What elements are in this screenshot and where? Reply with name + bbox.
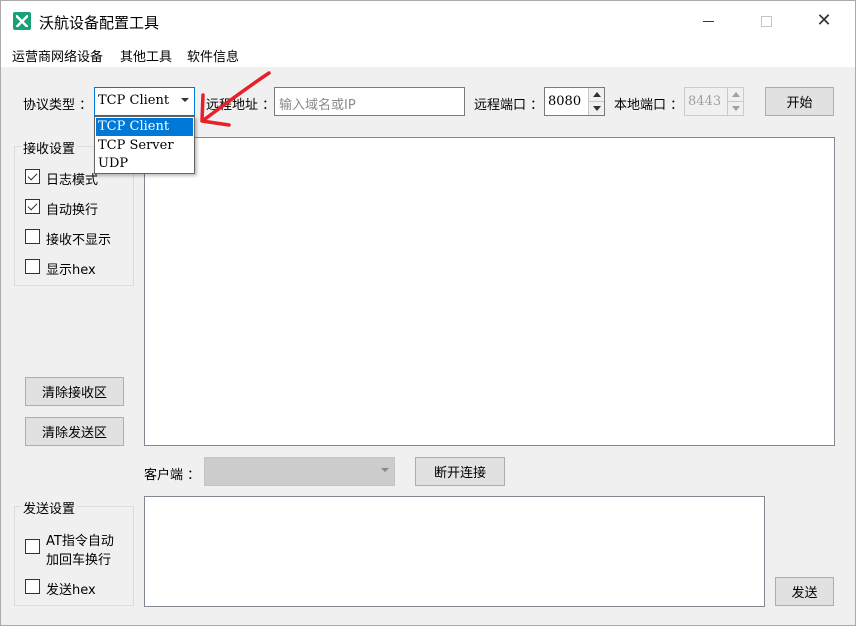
arrow-down-icon: [731, 105, 740, 111]
arrow-up-icon: [592, 91, 601, 97]
protocol-select[interactable]: TCP Client: [94, 87, 195, 116]
remote-port-spinner: [588, 88, 604, 115]
local-port-label: 本地端口 ：: [614, 98, 684, 113]
protocol-option-tcp-server[interactable]: TCP Server: [96, 137, 193, 155]
send-hex-label: 发送hex: [46, 583, 96, 598]
red-arrow-annotation-icon: [200, 71, 271, 127]
chevron-down-icon: [181, 98, 189, 102]
local-port-up-button[interactable]: [728, 88, 743, 102]
protocol-label: 协议类型 ：: [23, 98, 93, 113]
at-auto-crlf-label-line2: 加回车换行: [46, 553, 112, 568]
main-window: 沃航设备配置工具 ✕ 运营商网络设备 其他工具 软件信息 协议类型 ： TCP …: [0, 0, 856, 626]
protocol-select-value: TCP Client: [98, 93, 170, 108]
remote-port-up-button[interactable]: [589, 88, 604, 102]
at-auto-crlf-checkbox[interactable]: [25, 539, 40, 554]
remote-address-input[interactable]: 输入域名或IP: [274, 87, 465, 116]
local-port-spinner: [727, 88, 743, 115]
close-icon: ✕: [816, 10, 832, 31]
remote-port-down-button[interactable]: [589, 101, 604, 115]
protocol-option-tcp-client[interactable]: TCP Client: [96, 118, 193, 136]
arrow-down-icon: [592, 105, 601, 111]
client-select[interactable]: [204, 457, 395, 486]
remote-port-value: 8080: [548, 94, 582, 109]
protocol-dropdown-list: TCP Client TCP Server UDP: [94, 116, 195, 174]
clear-send-button[interactable]: 清除发送区: [25, 417, 124, 446]
log-mode-label: 日志模式: [46, 173, 99, 188]
log-mode-checkbox[interactable]: [25, 169, 40, 184]
show-hex-checkbox[interactable]: [25, 259, 40, 274]
clear-receive-button[interactable]: 清除接收区: [25, 377, 124, 406]
chevron-down-icon: [381, 468, 389, 472]
at-auto-crlf-label-line1: AT指令自动: [46, 534, 114, 549]
local-port-value: 8443: [688, 94, 722, 109]
client-label: 客户端 ：: [144, 468, 201, 483]
start-button[interactable]: 开始: [765, 87, 834, 116]
auto-wrap-checkbox[interactable]: [25, 199, 40, 214]
hide-receive-label: 接收不显示: [46, 233, 112, 248]
close-button[interactable]: ✕: [801, 7, 847, 35]
arrow-up-icon: [731, 91, 740, 97]
local-port-stepper[interactable]: 8443: [684, 87, 744, 116]
hide-receive-checkbox[interactable]: [25, 229, 40, 244]
remote-address-placeholder: 输入域名或IP: [279, 98, 356, 113]
disconnect-button[interactable]: 断开连接: [415, 457, 505, 486]
send-button[interactable]: 发送: [775, 577, 834, 606]
local-port-down-button[interactable]: [728, 101, 743, 115]
app-logo-icon: [13, 12, 31, 30]
remote-port-label: 远程端口 ：: [474, 98, 544, 113]
receive-area[interactable]: [144, 137, 835, 446]
menu-carrier-devices[interactable]: 运营商网络设备: [12, 46, 103, 65]
menu-software-info[interactable]: 软件信息: [187, 46, 239, 65]
menu-other-tools[interactable]: 其他工具: [120, 46, 172, 65]
window-title: 沃航设备配置工具: [39, 14, 160, 32]
send-hex-checkbox[interactable]: [25, 579, 40, 594]
maximize-button[interactable]: [743, 7, 789, 35]
minimize-icon: [702, 20, 714, 22]
auto-wrap-label: 自动换行: [46, 203, 99, 218]
send-area[interactable]: [144, 496, 765, 607]
minimize-button[interactable]: [685, 7, 731, 35]
menu-bar: 运营商网络设备 其他工具 软件信息: [1, 41, 855, 67]
show-hex-label: 显示hex: [46, 263, 96, 278]
protocol-option-udp[interactable]: UDP: [96, 155, 193, 173]
title-bar: 沃航设备配置工具 ✕: [1, 1, 855, 41]
remote-port-stepper[interactable]: 8080: [544, 87, 605, 116]
maximize-icon: [760, 15, 772, 27]
receive-settings-title: 接收设置: [21, 138, 78, 157]
send-settings-title: 发送设置: [21, 498, 78, 517]
